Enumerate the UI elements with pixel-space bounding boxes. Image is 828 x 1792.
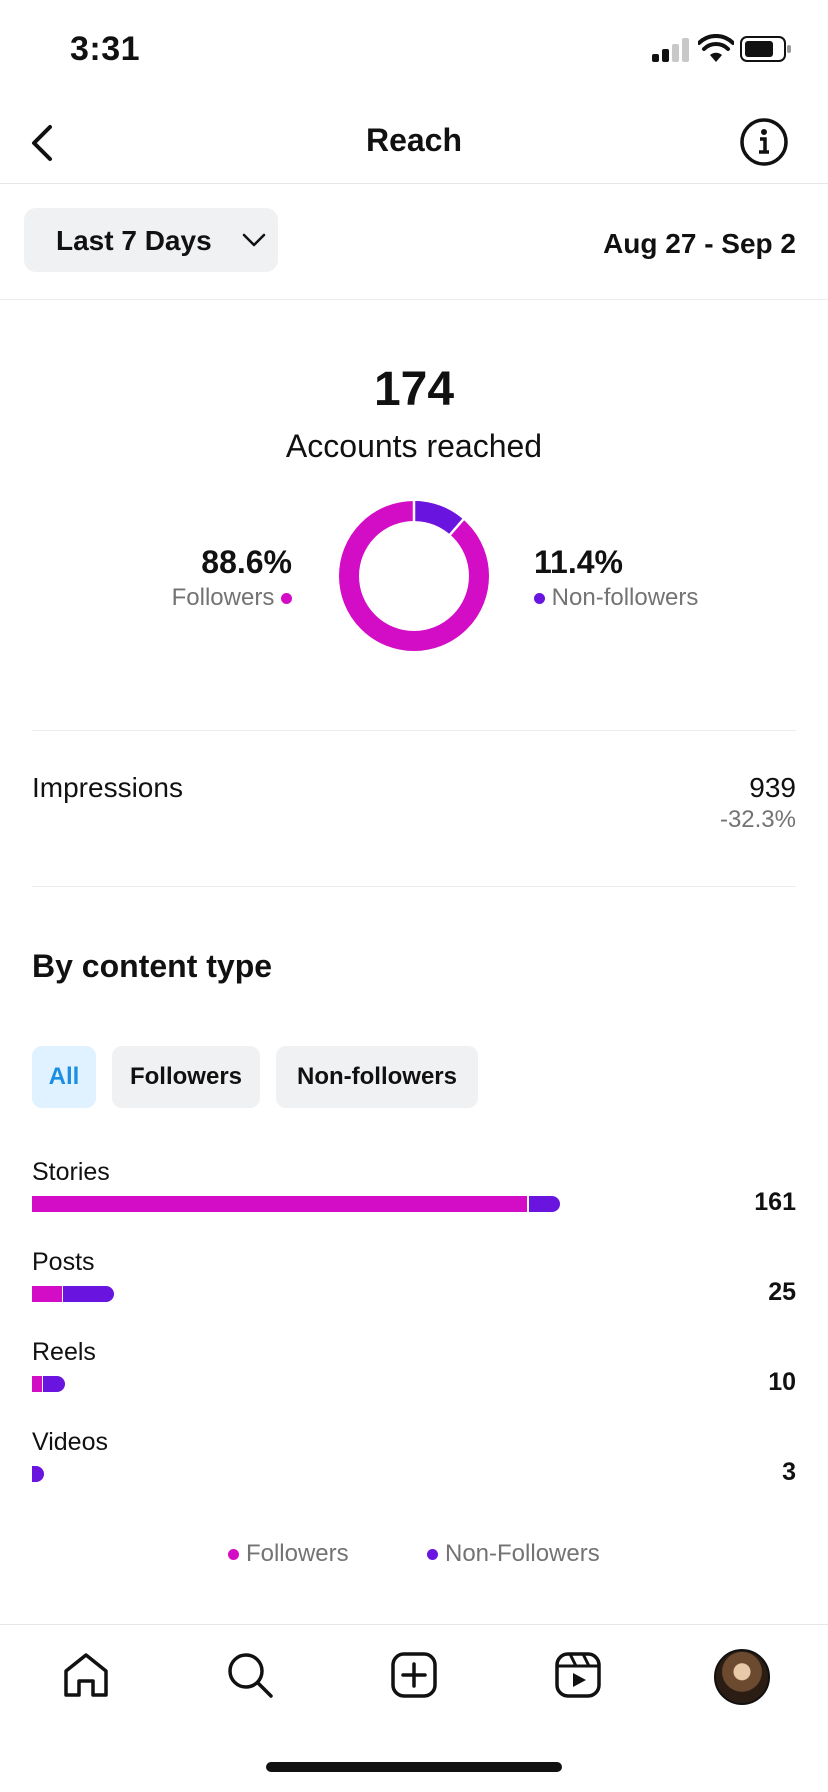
content-type-value: 25 — [768, 1278, 796, 1306]
battery-icon — [740, 36, 791, 62]
donut-followers-ring — [339, 501, 489, 651]
accounts-reached-count: 174 — [373, 363, 455, 416]
legend-item-non-followers: Non-Followers — [427, 1540, 600, 1568]
filter-chip-non-followers[interactable]: Non-followers — [276, 1046, 478, 1108]
create-icon[interactable] — [388, 1649, 440, 1701]
content-type-value: 161 — [754, 1188, 796, 1216]
divider — [32, 886, 796, 887]
search-icon[interactable] — [224, 1649, 276, 1701]
home-indicator — [266, 1762, 562, 1772]
impressions-change: -32.3% — [719, 806, 796, 833]
chart-legend: Followers Non-Followers — [0, 1540, 828, 1568]
content-type-label: Videos — [32, 1428, 108, 1456]
cellular-signal-icon — [652, 38, 692, 62]
content-type-title: By content type — [32, 948, 273, 984]
followers-label: Followers — [171, 584, 275, 611]
followers-dot-icon — [228, 1549, 240, 1561]
bar-segment-followers — [32, 1376, 42, 1392]
followers-percentage: 88.6% — [201, 544, 292, 580]
content-type-row: Videos 3 — [32, 1428, 796, 1508]
filter-chip-all[interactable]: All — [32, 1046, 96, 1108]
info-icon[interactable] — [736, 114, 792, 170]
content-type-label: Reels — [32, 1338, 96, 1366]
bar-segment-followers — [32, 1196, 528, 1212]
content-type-row: Reels 10 — [32, 1338, 796, 1418]
page-title: Reach — [365, 122, 463, 158]
impressions-label: Impressions — [32, 772, 183, 803]
bar-segment-non-followers — [528, 1196, 560, 1212]
legend-item-followers: Followers — [228, 1540, 349, 1568]
date-range-label: Last 7 Days — [56, 225, 212, 256]
content-type-value: 10 — [768, 1368, 796, 1396]
status-time: 3:31 — [70, 30, 141, 68]
date-range-text: Aug 27 - Sep 2 — [603, 228, 796, 259]
bar-segment-non-followers — [32, 1466, 44, 1482]
non-followers-percentage: 11.4% — [534, 544, 623, 580]
date-filter-row: Last 7 Days Aug 27 - Sep 2 — [0, 184, 828, 300]
non-followers-split: 11.4% Non-followers — [534, 542, 698, 614]
impressions-value: 939 — [749, 772, 796, 803]
accounts-reached-label: Accounts reached — [285, 428, 543, 464]
content-type-value: 3 — [782, 1458, 796, 1486]
followers-split: 88.6% Followers — [172, 542, 292, 614]
content-type-label: Posts — [32, 1248, 95, 1276]
followers-dot-icon — [281, 593, 292, 605]
legend-label-followers: Followers — [245, 1540, 349, 1567]
home-icon[interactable] — [60, 1649, 112, 1701]
content-type-row: Stories 161 — [32, 1158, 796, 1238]
status-bar: 3:31 — [0, 0, 828, 100]
non-followers-dot-icon — [534, 593, 545, 605]
bar-segment-followers — [32, 1286, 62, 1302]
bar-segment-non-followers — [63, 1286, 114, 1302]
bottom-tab-bar — [0, 1624, 828, 1724]
content-type-row: Posts 25 — [32, 1248, 796, 1328]
content-type-bar — [32, 1466, 44, 1482]
non-followers-dot-icon — [427, 1549, 439, 1561]
legend-label-non-followers: Non-Followers — [445, 1540, 600, 1567]
content-type-bar — [32, 1196, 560, 1212]
filter-chip-followers[interactable]: Followers — [112, 1046, 260, 1108]
wifi-icon — [698, 34, 734, 62]
content-type-label: Stories — [32, 1158, 110, 1186]
content-type-bar — [32, 1376, 65, 1392]
reels-icon[interactable] — [552, 1649, 604, 1701]
content-type-bar — [32, 1286, 114, 1302]
profile-avatar[interactable] — [714, 1649, 770, 1705]
chevron-down-icon — [242, 233, 266, 247]
nav-header: Reach — [0, 100, 828, 184]
divider — [32, 730, 796, 731]
bar-segment-non-followers — [43, 1376, 65, 1392]
non-followers-label: Non-followers — [551, 584, 699, 611]
reach-donut-chart — [339, 500, 489, 651]
date-range-dropdown[interactable]: Last 7 Days — [24, 208, 278, 272]
